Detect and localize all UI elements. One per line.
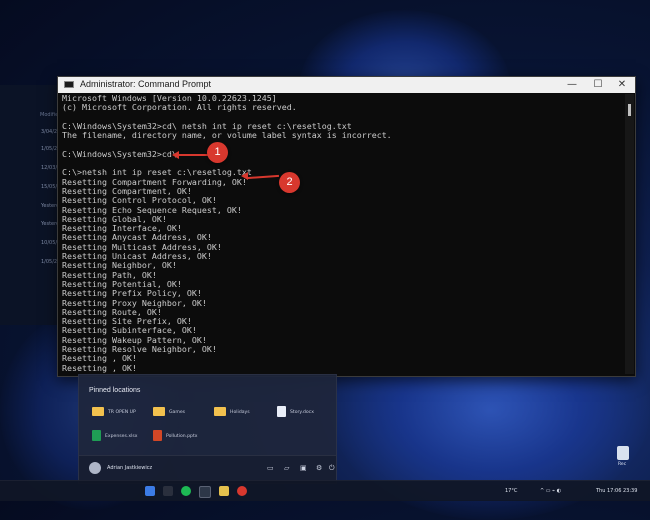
- terminal-line: (c) Microsoft Corporation. All rights re…: [62, 102, 297, 113]
- terminal-output[interactable]: Microsoft Windows [Version 10.0.22623.12…: [62, 94, 623, 374]
- tray-chevron-icon[interactable]: ^ ▭ ⌁ ◐: [540, 488, 561, 494]
- folder-icon: [214, 407, 226, 416]
- weather-readout[interactable]: 17°C: [505, 488, 517, 494]
- taskbar: 17°C ^ ▭ ⌁ ◐ Thu 17:06 23:39: [0, 480, 650, 501]
- scrollbar-thumb[interactable]: [628, 104, 631, 116]
- close-button[interactable]: ✕: [611, 77, 633, 93]
- pinned-item[interactable]: Expenses.xlsx: [105, 434, 137, 439]
- document-icon: [277, 406, 286, 417]
- pinned-locations-heading: Pinned locations: [89, 387, 141, 394]
- avatar[interactable]: [89, 462, 101, 474]
- user-name[interactable]: Adrian Jastkiewicz: [107, 465, 152, 471]
- annotation-arrowhead-1: [172, 151, 179, 159]
- presentation-icon: [153, 430, 162, 441]
- spotify-icon[interactable]: [181, 486, 191, 496]
- vertical-scrollbar[interactable]: [625, 94, 634, 374]
- app-icon[interactable]: [237, 486, 247, 496]
- search-icon[interactable]: [163, 486, 173, 496]
- annotation-marker-1: 1: [207, 142, 228, 163]
- spreadsheet-icon: [92, 430, 101, 441]
- maximize-button[interactable]: ☐: [587, 77, 609, 93]
- folder-icon: [153, 407, 165, 416]
- terminal-line: Resetting Resolve Neighbor, OK!: [62, 344, 217, 355]
- recycle-bin-label: Rec: [618, 462, 627, 467]
- command-prompt-window[interactable]: Administrator: Command Prompt — ☐ ✕ Micr…: [57, 76, 636, 377]
- pinned-item[interactable]: Holidays: [230, 410, 250, 415]
- start-icon[interactable]: [145, 486, 155, 496]
- annotation-arrowhead-2: [241, 172, 248, 180]
- documents-icon[interactable]: ▭: [267, 464, 274, 472]
- terminal-line: Resetting , OK!: [62, 362, 137, 373]
- start-user-bar: Adrian Jastkiewicz ▭ ▱ ▣ ⚙ ⏻: [79, 455, 336, 483]
- annotation-arrow-1: [178, 154, 208, 156]
- title-bar[interactable]: Administrator: Command Prompt — ☐ ✕: [58, 77, 635, 93]
- terminal-taskbar-icon[interactable]: [199, 486, 211, 498]
- annotation-marker-2: 2: [279, 172, 300, 193]
- clock[interactable]: Thu 17:06 23:39: [596, 488, 637, 494]
- terminal-line: C:\Windows\System32>cd\: [62, 148, 177, 159]
- pinned-item[interactable]: Story.docx: [290, 410, 314, 415]
- recycle-bin-icon[interactable]: [617, 446, 629, 460]
- window-title: Administrator: Command Prompt: [80, 79, 212, 89]
- file-explorer-icon[interactable]: [219, 486, 229, 496]
- pinned-item[interactable]: Games: [169, 410, 185, 415]
- cmd-app-icon: [64, 81, 74, 88]
- pinned-item[interactable]: Pollution.pptx: [166, 434, 198, 439]
- power-icon[interactable]: ⏻: [329, 464, 335, 473]
- terminal-line: Resetting , OK!: [62, 353, 137, 364]
- folder-shortcut-icon[interactable]: ▱: [284, 464, 289, 472]
- settings-gear-icon[interactable]: ⚙: [316, 464, 322, 472]
- minimize-button[interactable]: —: [561, 77, 583, 93]
- pinned-item[interactable]: TR OPEN UP: [108, 410, 136, 415]
- start-menu: Pinned locations TR OPEN UP Games Holida…: [78, 374, 337, 484]
- image-icon[interactable]: ▣: [300, 464, 307, 472]
- folder-icon: [92, 407, 104, 416]
- terminal-line: The filename, directory name, or volume …: [62, 130, 392, 141]
